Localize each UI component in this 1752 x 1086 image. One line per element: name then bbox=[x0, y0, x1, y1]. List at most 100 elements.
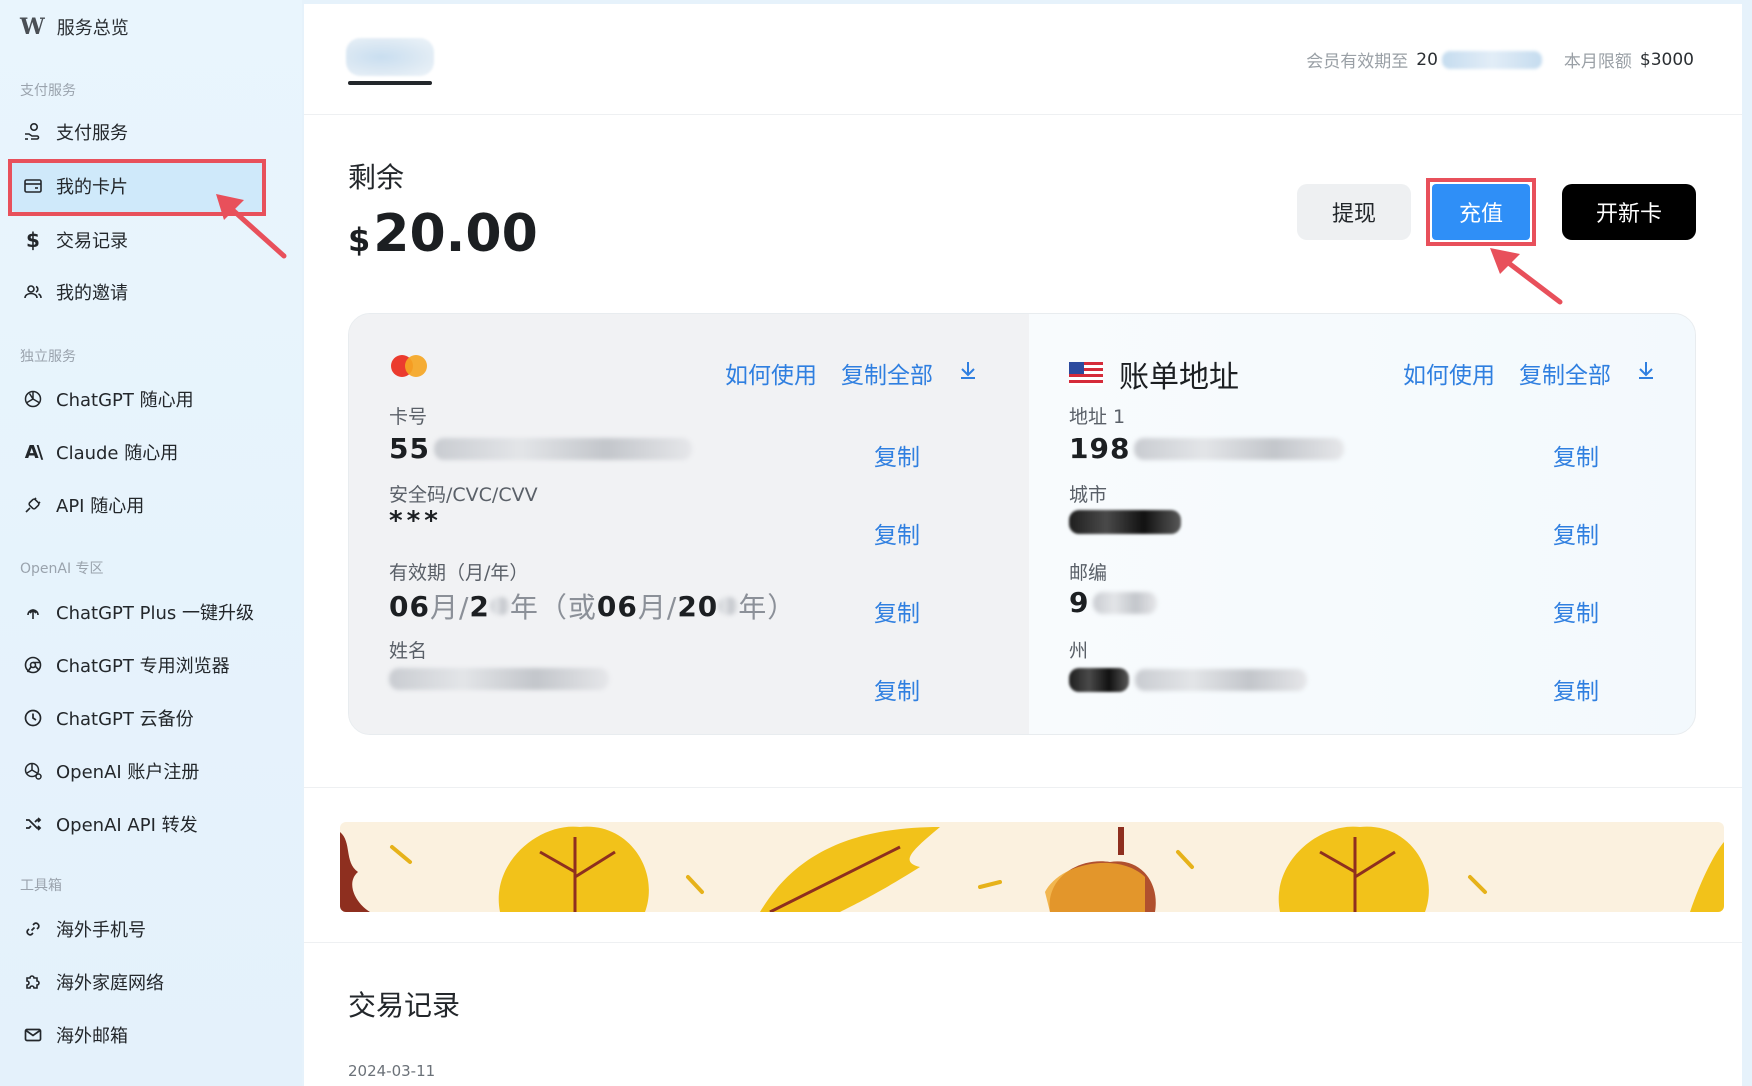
tab-card-redacted[interactable] bbox=[346, 38, 434, 76]
address-value: 198 bbox=[1069, 432, 1345, 465]
card-number-value: 55 bbox=[389, 432, 692, 465]
puzzle-icon bbox=[22, 971, 44, 993]
transactions-title: 交易记录 bbox=[348, 989, 461, 1022]
sidebar-item-payment[interactable]: 支付服务 bbox=[10, 106, 264, 158]
sidebar-item-transactions[interactable]: $ 交易记录 bbox=[10, 214, 264, 266]
sidebar-item-plus-upgrade[interactable]: ChatGPT Plus 一键升级 bbox=[10, 586, 264, 638]
copy-city-button[interactable]: 复制 bbox=[1553, 516, 1599, 550]
copy-expiry-button[interactable]: 复制 bbox=[874, 594, 920, 628]
billing-header: 账单地址 bbox=[1069, 352, 1239, 396]
copy-card-number-button[interactable]: 复制 bbox=[874, 438, 920, 472]
brand-title: 服务总览 bbox=[56, 18, 129, 39]
expiry-alt-open: （或 bbox=[538, 591, 597, 624]
name-redacted bbox=[389, 668, 609, 690]
sidebar-item-chatgpt[interactable]: ChatGPT 随心用 bbox=[10, 373, 264, 425]
section-label-payment: 支付服务 bbox=[20, 83, 76, 99]
sidebar-item-api-forward[interactable]: OpenAI API 转发 bbox=[10, 798, 264, 850]
state-redacted bbox=[1069, 668, 1129, 692]
topup-button[interactable]: 充值 bbox=[1432, 184, 1530, 240]
cvc-value: *** bbox=[389, 506, 442, 536]
sidebar-item-label: ChatGPT 随心用 bbox=[56, 390, 194, 411]
membership-value: 20 bbox=[1416, 49, 1438, 70]
membership-label: 会员有效期至 bbox=[1306, 52, 1409, 72]
city-label: 城市 bbox=[1069, 484, 1108, 506]
brand[interactable]: W 服务总览 bbox=[20, 14, 129, 40]
download-icon[interactable] bbox=[957, 359, 979, 387]
sidebar-item-browser[interactable]: ChatGPT 专用浏览器 bbox=[10, 639, 264, 691]
sidebar-item-label: 我的卡片 bbox=[56, 177, 128, 198]
autumn-leaves-illustration bbox=[340, 826, 1724, 912]
limit-label: 本月限额 bbox=[1563, 52, 1632, 72]
billing-title: 账单地址 bbox=[1119, 360, 1239, 395]
membership-info: 会员有效期至 20 本月限额 $3000 bbox=[1306, 47, 1694, 73]
how-to-use-link[interactable]: 如何使用 bbox=[1403, 356, 1495, 390]
expiry-alt-year-redacted bbox=[718, 597, 739, 615]
sidebar-item-api[interactable]: API 随心用 bbox=[10, 479, 264, 531]
sidebar-item-openai-register[interactable]: OpenAI 账户注册 bbox=[10, 745, 264, 797]
name-value bbox=[389, 668, 609, 690]
sidebar-item-cloud-backup[interactable]: ChatGPT 云备份 bbox=[10, 692, 264, 744]
sidebar-item-label: OpenAI 账户注册 bbox=[56, 762, 200, 783]
dollar-icon: $ bbox=[26, 228, 40, 252]
card-brand bbox=[389, 352, 431, 380]
state-redacted-light bbox=[1135, 669, 1307, 691]
autumn-banner bbox=[340, 822, 1724, 912]
brand-logo: W bbox=[20, 14, 45, 40]
expiry-alt-year: 20 bbox=[677, 589, 719, 623]
card-header-actions: 如何使用 复制全部 bbox=[725, 356, 979, 390]
cvc-label: 安全码/CVC/CVV bbox=[389, 484, 538, 506]
sidebar-item-label: 交易记录 bbox=[56, 231, 128, 252]
state-value bbox=[1069, 668, 1307, 692]
limit-value: $3000 bbox=[1639, 49, 1694, 70]
openai-register-icon bbox=[22, 760, 44, 782]
copy-all-link[interactable]: 复制全部 bbox=[841, 356, 933, 390]
copy-state-button[interactable]: 复制 bbox=[1553, 672, 1599, 706]
tab-active-indicator bbox=[348, 81, 432, 85]
copy-address-button[interactable]: 复制 bbox=[1553, 438, 1599, 472]
billing-address: 账单地址 如何使用 复制全部 地址 1 198 复制 城市 复制 邮编 9 复制… bbox=[1029, 314, 1695, 734]
sidebar-item-claude[interactable]: A\ Claude 随心用 bbox=[10, 426, 264, 478]
arrow-annotation-icon bbox=[1490, 248, 1563, 305]
card-info: 如何使用 复制全部 卡号 55 复制 安全码/CVC/CVV *** 复制 有效… bbox=[349, 314, 1029, 734]
sidebar-item-label: ChatGPT Plus 一键升级 bbox=[56, 603, 254, 624]
us-flag-icon bbox=[1069, 362, 1103, 386]
copy-all-link[interactable]: 复制全部 bbox=[1519, 356, 1611, 390]
download-icon[interactable] bbox=[1635, 359, 1657, 387]
how-to-use-link[interactable]: 如何使用 bbox=[725, 356, 817, 390]
state-label: 州 bbox=[1069, 640, 1089, 662]
balance-currency: $ bbox=[348, 221, 371, 259]
browser-icon bbox=[22, 654, 44, 676]
anthropic-icon: A\ bbox=[24, 441, 44, 463]
section-label-toolbox: 工具箱 bbox=[20, 878, 62, 894]
zip-label: 邮编 bbox=[1069, 562, 1108, 584]
sidebar-item-label: 海外家庭网络 bbox=[56, 973, 164, 994]
payment-hand-icon bbox=[22, 121, 44, 143]
expiry-month-unit: 月/ bbox=[429, 591, 470, 624]
membership-value-redacted bbox=[1441, 50, 1542, 69]
top-bar: 会员有效期至 20 本月限额 $3000 bbox=[304, 4, 1742, 115]
copy-name-button[interactable]: 复制 bbox=[874, 672, 920, 706]
sidebar-item-invites[interactable]: 我的邀请 bbox=[10, 266, 264, 318]
card-number-redacted bbox=[433, 437, 692, 460]
sidebar-item-label: 海外手机号 bbox=[56, 920, 146, 941]
upgrade-icon bbox=[22, 601, 44, 623]
expiry-year-redacted bbox=[489, 597, 510, 615]
sidebar-item-phone[interactable]: 海外手机号 bbox=[10, 903, 264, 955]
plug-icon bbox=[22, 494, 44, 516]
expiry-alt-month-unit: 月/ bbox=[637, 591, 678, 624]
copy-zip-button[interactable]: 复制 bbox=[1553, 594, 1599, 628]
withdraw-button[interactable]: 提现 bbox=[1297, 184, 1411, 240]
card-details-panel: 如何使用 复制全部 卡号 55 复制 安全码/CVC/CVV *** 复制 有效… bbox=[348, 313, 1696, 735]
mail-icon bbox=[22, 1024, 44, 1046]
main-content: 会员有效期至 20 本月限额 $3000 剩余 $ 20.00 提现 充值 开新… bbox=[304, 4, 1742, 1086]
link-icon bbox=[22, 918, 44, 940]
name-label: 姓名 bbox=[389, 640, 428, 662]
new-card-button[interactable]: 开新卡 bbox=[1562, 184, 1696, 240]
copy-cvc-button[interactable]: 复制 bbox=[874, 516, 920, 550]
openai-icon bbox=[22, 388, 44, 410]
sidebar-item-home-network[interactable]: 海外家庭网络 bbox=[10, 956, 264, 1008]
sidebar-item-email[interactable]: 海外邮箱 bbox=[10, 1009, 264, 1061]
sidebar-item-label: 海外邮箱 bbox=[56, 1026, 128, 1047]
city-value bbox=[1069, 510, 1181, 534]
section-label-openai: OpenAI 专区 bbox=[20, 561, 104, 577]
